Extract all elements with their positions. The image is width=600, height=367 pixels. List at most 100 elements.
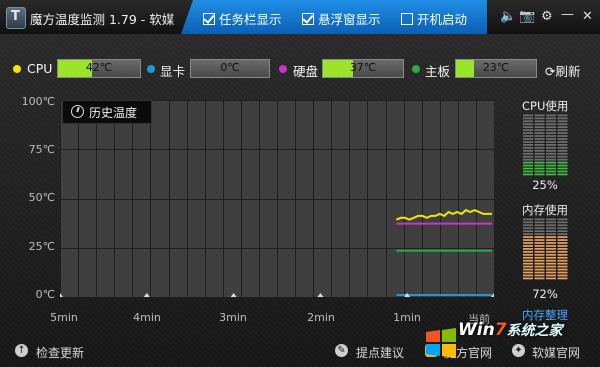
meter-segment bbox=[546, 138, 556, 140]
meter-segment bbox=[546, 173, 556, 176]
meter-segment bbox=[523, 253, 533, 256]
app-logo: T bbox=[6, 7, 26, 29]
floating-window-checkbox[interactable] bbox=[302, 13, 314, 25]
meter-segment bbox=[546, 262, 556, 265]
meter-segment bbox=[546, 155, 556, 158]
meter-segment bbox=[546, 248, 556, 250]
meter-segment bbox=[534, 138, 545, 140]
meter-segment bbox=[523, 114, 533, 117]
meter-segment bbox=[534, 129, 545, 132]
meter-segment bbox=[557, 173, 568, 176]
meter-segment bbox=[557, 277, 568, 280]
clock-icon bbox=[71, 105, 84, 118]
autostart-label: 开机启动 bbox=[417, 12, 468, 27]
meter-segment bbox=[546, 236, 556, 238]
meter-segment bbox=[534, 135, 545, 137]
meter-segment bbox=[546, 170, 556, 173]
cpu-temp-gauge: 42℃ bbox=[57, 59, 141, 78]
meter-segment bbox=[523, 233, 533, 236]
meter-segment bbox=[546, 132, 556, 134]
watermark-site: 系统之家 bbox=[506, 323, 563, 339]
options-bar: 任务栏显示 悬浮窗显示 开机启动 bbox=[181, 0, 487, 34]
meter-segment bbox=[523, 248, 533, 250]
meter-segment bbox=[557, 135, 568, 137]
meter-segment bbox=[557, 271, 568, 274]
meter-segment bbox=[546, 144, 556, 146]
meter-segment bbox=[534, 164, 545, 167]
meter-segment bbox=[546, 227, 556, 230]
meter-segment bbox=[523, 245, 533, 247]
meter-segment bbox=[557, 138, 568, 140]
meter-segment bbox=[546, 123, 556, 126]
meter-segment bbox=[557, 230, 568, 233]
taskbar-display-checkbox[interactable] bbox=[203, 13, 215, 25]
meter-segment bbox=[534, 248, 545, 250]
title-bar[interactable]: T 魔方温度监测 1.79 - 软媒 任务栏显示 悬浮窗显示 开机启动 🔈 📷 … bbox=[0, 0, 600, 34]
meter-segment bbox=[546, 135, 556, 137]
meter-segment bbox=[534, 271, 545, 274]
meter-segment bbox=[523, 170, 533, 173]
refresh-icon: ⟳ bbox=[545, 64, 556, 79]
meter-segment bbox=[546, 274, 556, 277]
meter-segment bbox=[523, 277, 533, 280]
meter-segment bbox=[557, 221, 568, 224]
suggest-link[interactable]: 提点建议 bbox=[356, 344, 404, 361]
gpu-dot bbox=[147, 65, 155, 73]
refresh-label: 刷新 bbox=[555, 64, 581, 79]
meter-segment bbox=[557, 242, 568, 244]
meter-segment bbox=[557, 248, 568, 250]
meter-segment bbox=[546, 268, 556, 271]
meter-segment bbox=[546, 250, 556, 253]
meter-segment bbox=[523, 256, 533, 259]
meter-segment bbox=[534, 170, 545, 173]
autostart-checkbox[interactable] bbox=[401, 13, 413, 25]
meter-segment bbox=[534, 265, 545, 268]
meter-segment bbox=[534, 144, 545, 146]
meter-segment bbox=[546, 253, 556, 256]
refresh-button[interactable]: ⟳刷新 bbox=[545, 61, 581, 80]
x-tick-1min: 1min bbox=[393, 311, 421, 324]
mainboard-temp-value: 23℃ bbox=[482, 61, 510, 74]
windows-flag-icon bbox=[426, 328, 456, 358]
meter-segment bbox=[534, 230, 545, 233]
meter-segment bbox=[546, 167, 556, 170]
taskbar-display-option[interactable]: 任务栏显示 bbox=[203, 9, 282, 28]
meter-segment bbox=[534, 161, 545, 164]
check-update-link[interactable]: 检查更新 bbox=[36, 344, 84, 361]
x-tick-5min: 5min bbox=[50, 311, 78, 324]
speaker-icon[interactable]: 🔈 bbox=[500, 9, 516, 25]
meter-segment bbox=[534, 120, 545, 123]
meter-segment bbox=[534, 227, 545, 230]
meter-segment bbox=[557, 227, 568, 230]
x-tick-2min: 2min bbox=[307, 311, 335, 324]
meter-segment bbox=[534, 242, 545, 244]
meter-segment bbox=[523, 120, 533, 123]
cpu-label: CPU bbox=[27, 61, 53, 76]
meter-segment bbox=[557, 155, 568, 158]
meter-segment bbox=[534, 245, 545, 247]
meter-segment bbox=[523, 271, 533, 274]
gpu-temp-value: 0℃ bbox=[220, 61, 240, 74]
close-button[interactable]: ✕ bbox=[582, 9, 593, 25]
meter-segment bbox=[557, 265, 568, 268]
meter-segment bbox=[534, 274, 545, 277]
meter-segment bbox=[546, 146, 556, 149]
meter-segment bbox=[523, 164, 533, 167]
meter-segment bbox=[534, 224, 545, 227]
meter-segment bbox=[523, 218, 533, 221]
meter-segment bbox=[534, 277, 545, 280]
disk-dot bbox=[279, 65, 287, 73]
minimize-button[interactable]: — bbox=[561, 7, 574, 23]
gear-icon[interactable]: ⚙ bbox=[541, 9, 553, 25]
mainboard-label: 主板 bbox=[425, 64, 451, 79]
floating-window-option[interactable]: 悬浮窗显示 bbox=[302, 9, 381, 28]
meter-segment bbox=[546, 239, 556, 241]
meter-segment bbox=[557, 123, 568, 126]
meter-segment bbox=[557, 167, 568, 170]
gpu-temp-gauge: 0℃ bbox=[190, 59, 270, 78]
meter-segment bbox=[546, 224, 556, 227]
meter-segment bbox=[523, 126, 533, 129]
autostart-option[interactable]: 开机启动 bbox=[401, 9, 467, 28]
meter-segment bbox=[557, 170, 568, 173]
camera-icon[interactable]: 📷 bbox=[519, 9, 535, 25]
